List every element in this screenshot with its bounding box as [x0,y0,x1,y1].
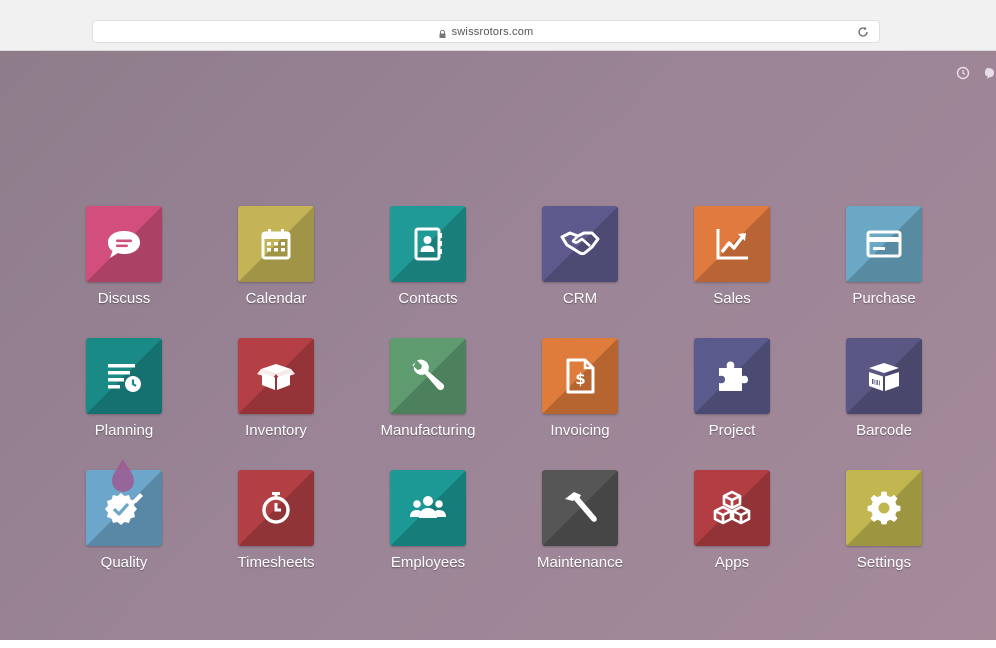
app-tile-sales[interactable]: Sales [656,206,808,338]
app-grid: Discuss Calendar Contacts CRM Sales Purchase P… [48,206,960,602]
systray [956,66,994,80]
lock-icon [439,29,446,38]
app-tile-employees[interactable]: Employees [352,470,504,602]
speech-bubble-icon[interactable] [86,206,162,282]
app-label: Maintenance [537,554,623,571]
address-book-icon[interactable] [390,206,466,282]
stopwatch-icon[interactable] [238,470,314,546]
app-label: Quality [100,554,148,571]
planning-list-icon[interactable] [86,338,162,414]
handshake-icon[interactable] [542,206,618,282]
browser-chrome: swissrotors.com [0,0,996,51]
app-label: Discuss [97,290,151,307]
app-tile-maintenance[interactable]: Maintenance [504,470,656,602]
app-tile-apps[interactable]: Apps [656,470,808,602]
invoice-dollar-icon[interactable]: $ [542,338,618,414]
chat-icon[interactable] [984,66,994,80]
app-tile-calendar[interactable]: Calendar [200,206,352,338]
hammer-icon[interactable] [542,470,618,546]
app-label: Timesheets [237,554,315,571]
app-label: Apps [714,554,750,571]
app-tile-barcode[interactable]: Barcode [808,338,960,470]
app-tile-discuss[interactable]: Discuss [48,206,200,338]
app-tile-timesheets[interactable]: Timesheets [200,470,352,602]
cubes-icon[interactable] [694,470,770,546]
app-tile-manufacturing[interactable]: Manufacturing [352,338,504,470]
app-tile-planning[interactable]: Planning [48,338,200,470]
app-label: Planning [94,422,154,439]
calendar-icon[interactable] [238,206,314,282]
puzzle-icon[interactable] [694,338,770,414]
address-bar[interactable]: swissrotors.com [92,20,880,43]
app-label: Settings [856,554,912,571]
app-label: Project [708,422,756,439]
app-label: Inventory [245,422,307,439]
app-tile-purchase[interactable]: Purchase [808,206,960,338]
svg-text:$: $ [575,370,585,388]
app-tile-crm[interactable]: CRM [504,206,656,338]
app-tile-invoicing[interactable]: $ Invoicing [504,338,656,470]
app-label: Calendar [245,290,307,307]
app-label: Barcode [856,422,912,439]
app-tile-project[interactable]: Project [656,338,808,470]
app-tile-settings[interactable]: Settings [808,470,960,602]
barcode-box-icon[interactable] [846,338,922,414]
wrench-icon[interactable] [390,338,466,414]
bottom-strip [0,640,996,648]
app-label: Purchase [852,290,916,307]
app-label: Manufacturing [380,422,476,439]
open-box-icon[interactable] [238,338,314,414]
url-text: swissrotors.com [451,25,534,38]
gear-icon[interactable] [846,470,922,546]
app-label: Sales [713,290,751,307]
reload-icon[interactable] [857,26,869,38]
app-tile-contacts[interactable]: Contacts [352,206,504,338]
app-label: Invoicing [550,422,610,439]
app-label: CRM [562,290,598,307]
clock-icon[interactable] [956,66,970,80]
credit-card-icon[interactable] [846,206,922,282]
app-tile-inventory[interactable]: Inventory [200,338,352,470]
chart-trend-icon[interactable] [694,206,770,282]
app-label: Employees [390,554,466,571]
app-tile-quality[interactable]: Quality [48,470,200,602]
app-label: Contacts [398,290,458,307]
people-group-icon[interactable] [390,470,466,546]
